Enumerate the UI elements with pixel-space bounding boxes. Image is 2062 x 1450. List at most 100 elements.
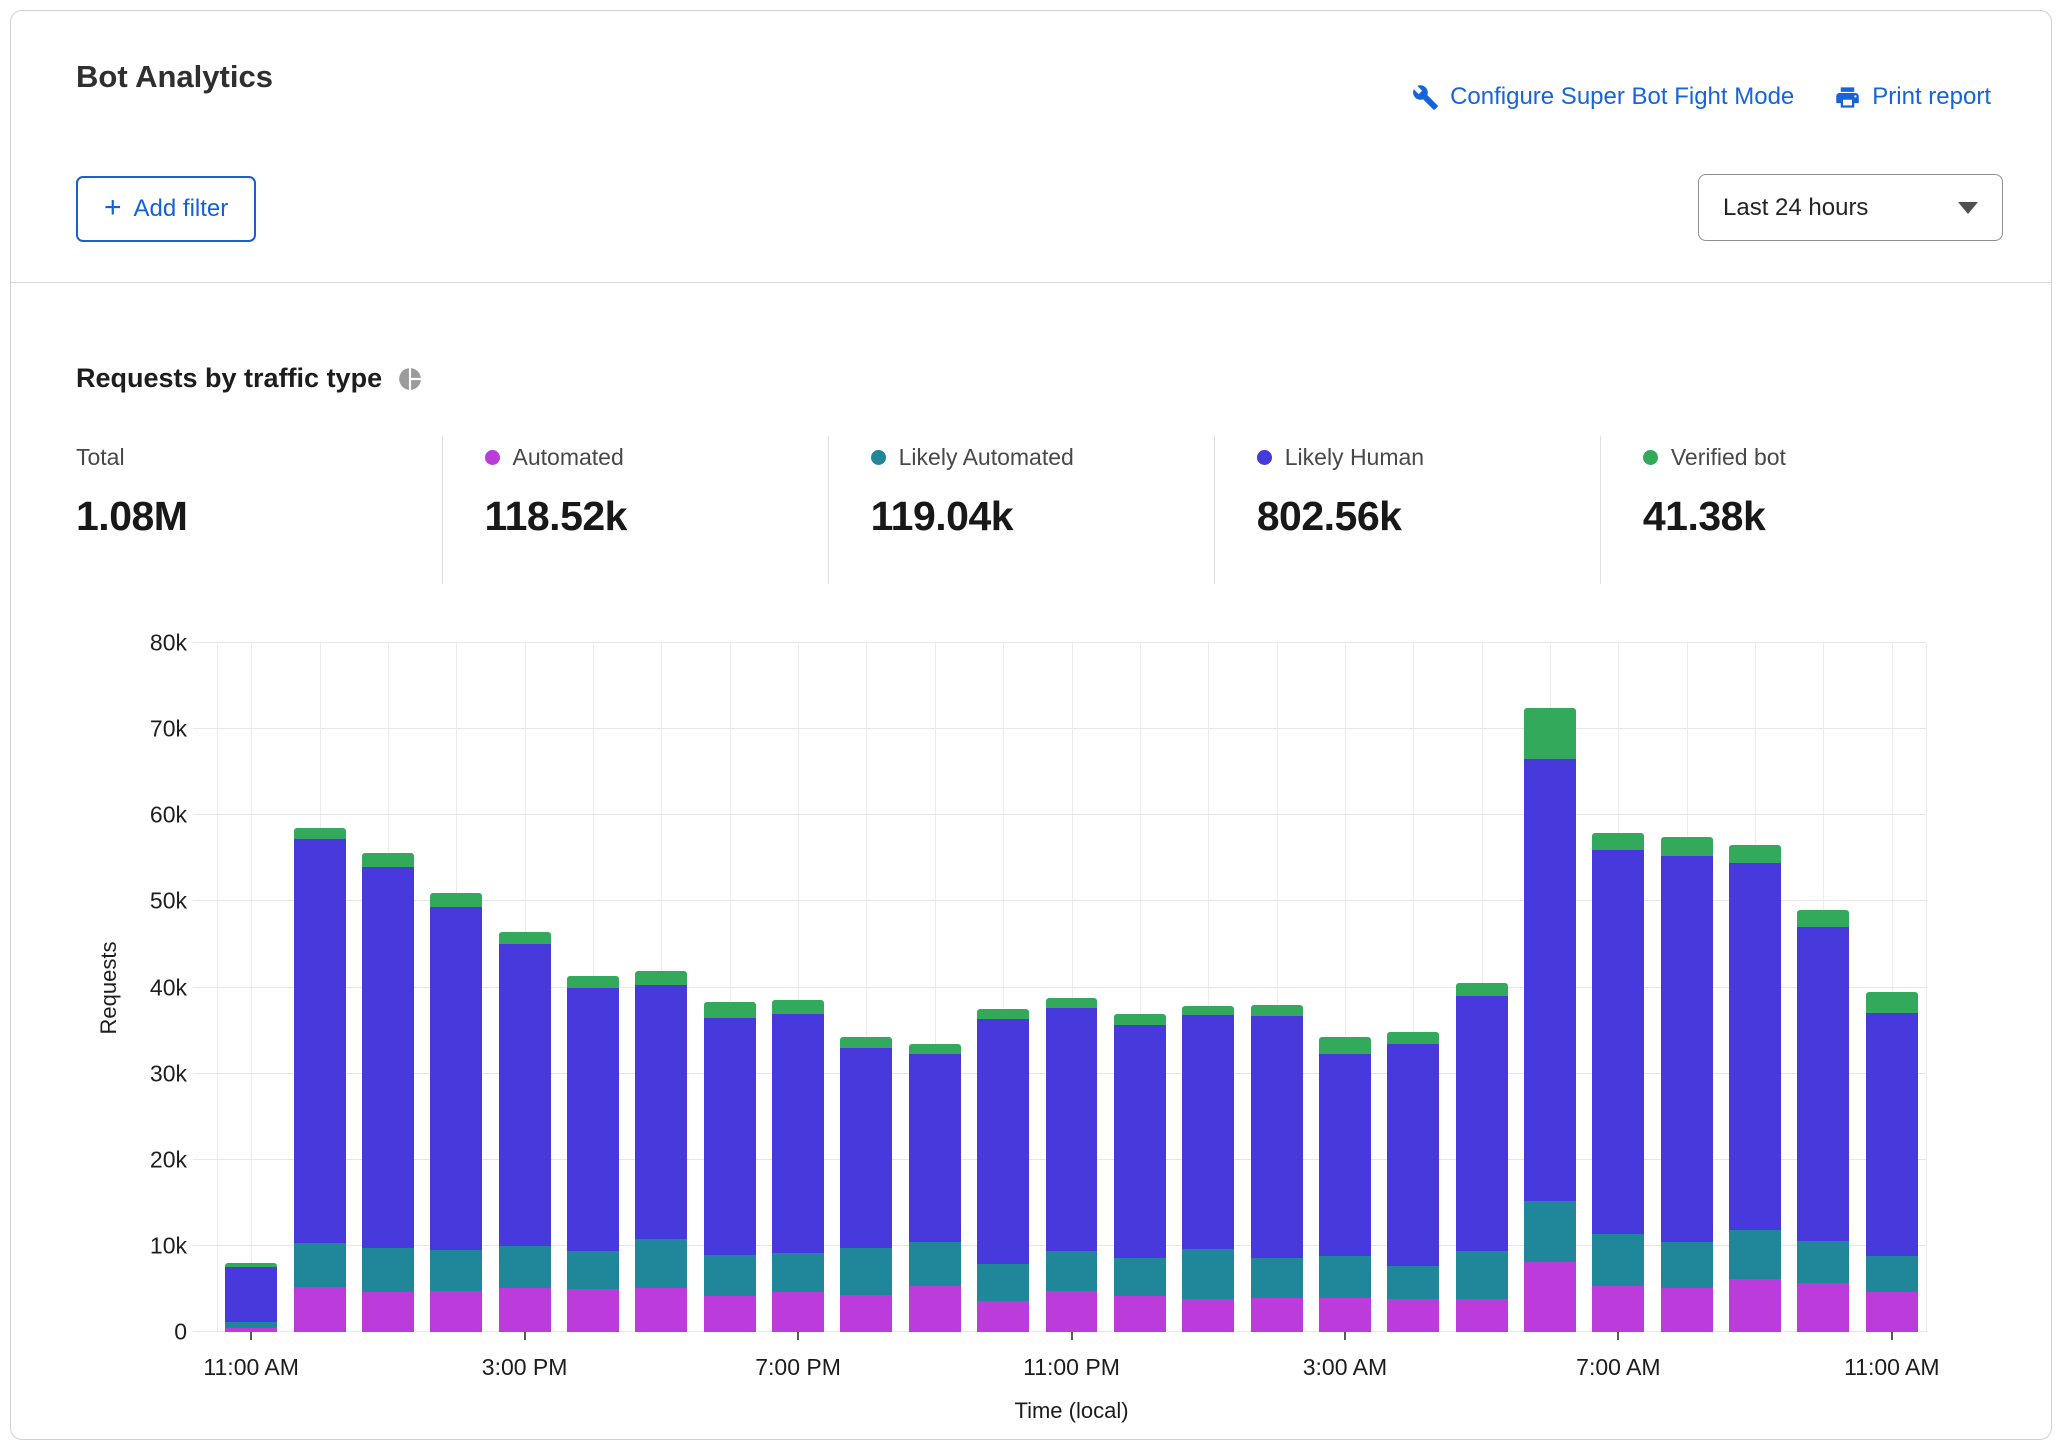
bar-segment-automated[interactable] xyxy=(498,1288,551,1332)
bar-segment-likely-human[interactable] xyxy=(772,1014,825,1253)
bar-segment-verified-bot[interactable] xyxy=(1045,997,1098,1009)
bar-segment-verified-bot[interactable] xyxy=(977,1009,1030,1020)
bar-segment-automated[interactable] xyxy=(1455,1299,1508,1332)
bar-segment-automated[interactable] xyxy=(635,1288,688,1332)
stacked-bar-4:00 PM[interactable] xyxy=(567,976,619,1332)
stacked-bar-5:00 PM[interactable] xyxy=(635,971,688,1332)
bar-segment-likely-human[interactable] xyxy=(1524,759,1576,1202)
stacked-bar-11:00 AM[interactable] xyxy=(1865,991,1918,1332)
add-filter-button[interactable]: + Add filter xyxy=(76,176,257,242)
stacked-bar-8:00 AM[interactable] xyxy=(1660,836,1713,1332)
bar-segment-likely-automated[interactable] xyxy=(703,1254,756,1296)
bar-segment-likely-human[interactable] xyxy=(1387,1044,1440,1266)
bar-segment-verified-bot[interactable] xyxy=(1865,991,1918,1014)
bar-segment-verified-bot[interactable] xyxy=(840,1037,893,1048)
bar-segment-automated[interactable] xyxy=(430,1290,483,1332)
stacked-bar-9:00 PM[interactable] xyxy=(908,1043,961,1332)
bar-segment-verified-bot[interactable] xyxy=(1660,836,1713,856)
stacked-bar-7:00 PM[interactable] xyxy=(772,999,825,1332)
bar-segment-verified-bot[interactable] xyxy=(361,853,414,867)
stacked-bar-1:00 PM[interactable] xyxy=(361,853,414,1332)
bar-segment-likely-human[interactable] xyxy=(1318,1053,1371,1257)
stacked-bar-11:00 AM[interactable] xyxy=(225,1263,278,1332)
bar-segment-verified-bot[interactable] xyxy=(567,976,619,989)
configure-super-bot-fight-mode-link[interactable]: Configure Super Bot Fight Mode xyxy=(1412,83,1794,111)
stacked-bar-3:00 AM[interactable] xyxy=(1318,1037,1371,1332)
bar-segment-verified-bot[interactable] xyxy=(498,932,551,945)
stacked-bar-10:00 AM[interactable] xyxy=(1797,910,1850,1332)
bar-segment-automated[interactable] xyxy=(1318,1298,1371,1332)
bar-segment-verified-bot[interactable] xyxy=(293,828,346,839)
bar-segment-likely-human[interactable] xyxy=(1455,996,1508,1252)
bar-segment-verified-bot[interactable] xyxy=(1182,1005,1235,1016)
bar-segment-likely-automated[interactable] xyxy=(1318,1256,1371,1299)
bar-segment-automated[interactable] xyxy=(361,1291,414,1332)
stacked-bar-9:00 AM[interactable] xyxy=(1729,845,1782,1332)
bar-segment-verified-bot[interactable] xyxy=(772,999,825,1015)
bar-segment-likely-human[interactable] xyxy=(635,984,688,1239)
stacked-bar-2:00 AM[interactable] xyxy=(1250,1004,1303,1332)
bar-segment-likely-human[interactable] xyxy=(908,1053,961,1243)
bar-segment-likely-automated[interactable] xyxy=(293,1243,346,1288)
stacked-bar-5:00 AM[interactable] xyxy=(1455,983,1508,1332)
bar-segment-verified-bot[interactable] xyxy=(703,1002,756,1018)
bar-segment-likely-automated[interactable] xyxy=(361,1248,414,1292)
bar-segment-automated[interactable] xyxy=(908,1285,961,1332)
bar-segment-verified-bot[interactable] xyxy=(1455,983,1508,997)
bar-segment-likely-automated[interactable] xyxy=(1182,1249,1235,1300)
bar-segment-automated[interactable] xyxy=(1113,1295,1166,1332)
bar-segment-likely-human[interactable] xyxy=(1729,862,1782,1230)
time-range-select[interactable]: Last 24 hours xyxy=(1698,174,2003,241)
bar-segment-likely-automated[interactable] xyxy=(1729,1229,1782,1279)
bar-segment-automated[interactable] xyxy=(977,1301,1030,1332)
bar-segment-likely-automated[interactable] xyxy=(772,1252,825,1293)
bar-segment-verified-bot[interactable] xyxy=(1387,1032,1440,1045)
bar-segment-likely-human[interactable] xyxy=(840,1047,893,1248)
bar-segment-likely-human[interactable] xyxy=(703,1017,756,1255)
bar-segment-likely-human[interactable] xyxy=(430,907,483,1251)
stacked-bar-7:00 AM[interactable] xyxy=(1592,832,1645,1332)
bar-segment-verified-bot[interactable] xyxy=(908,1043,961,1054)
bar-segment-verified-bot[interactable] xyxy=(1318,1037,1371,1054)
bar-segment-automated[interactable] xyxy=(1387,1299,1440,1332)
bar-segment-automated[interactable] xyxy=(1182,1299,1235,1332)
bar-segment-verified-bot[interactable] xyxy=(1524,707,1576,760)
bar-segment-verified-bot[interactable] xyxy=(635,971,688,985)
bar-segment-automated[interactable] xyxy=(840,1294,893,1332)
bar-segment-likely-human[interactable] xyxy=(1182,1015,1235,1250)
bar-segment-verified-bot[interactable] xyxy=(1797,910,1850,928)
bar-segment-likely-human[interactable] xyxy=(225,1266,278,1322)
bar-segment-likely-human[interactable] xyxy=(293,838,346,1244)
stacked-bar-4:00 AM[interactable] xyxy=(1387,1032,1440,1332)
bar-segment-likely-automated[interactable] xyxy=(908,1242,961,1286)
stacked-bar-8:00 PM[interactable] xyxy=(840,1037,893,1332)
stacked-bar-3:00 PM[interactable] xyxy=(498,932,551,1332)
print-report-link[interactable]: Print report xyxy=(1834,83,1991,111)
stacked-bar-10:00 PM[interactable] xyxy=(977,1009,1030,1332)
stacked-bar-6:00 PM[interactable] xyxy=(703,1002,756,1332)
bar-segment-automated[interactable] xyxy=(1592,1286,1645,1332)
bar-segment-verified-bot[interactable] xyxy=(1592,832,1645,850)
bar-segment-likely-human[interactable] xyxy=(1045,1008,1098,1252)
bar-segment-likely-human[interactable] xyxy=(977,1019,1030,1264)
bar-segment-likely-automated[interactable] xyxy=(1045,1251,1098,1291)
stacked-bar-2:00 PM[interactable] xyxy=(430,892,483,1332)
bar-segment-likely-automated[interactable] xyxy=(1113,1257,1166,1296)
bar-segment-likely-human[interactable] xyxy=(498,944,551,1246)
bar-segment-likely-human[interactable] xyxy=(1113,1024,1166,1258)
bar-segment-likely-human[interactable] xyxy=(1592,849,1645,1234)
bar-segment-likely-automated[interactable] xyxy=(1592,1233,1645,1287)
bar-segment-likely-automated[interactable] xyxy=(1660,1242,1713,1289)
bar-segment-likely-automated[interactable] xyxy=(430,1250,483,1291)
bar-segment-likely-automated[interactable] xyxy=(1387,1265,1440,1300)
bar-segment-verified-bot[interactable] xyxy=(1250,1004,1303,1016)
bar-segment-likely-automated[interactable] xyxy=(567,1251,619,1289)
bar-segment-likely-human[interactable] xyxy=(1250,1015,1303,1258)
bar-segment-likely-human[interactable] xyxy=(1865,1013,1918,1257)
stacked-bar-12:00 PM[interactable] xyxy=(293,828,346,1332)
stacked-bar-12:00 AM[interactable] xyxy=(1113,1014,1166,1332)
bar-segment-likely-human[interactable] xyxy=(1797,927,1850,1241)
bar-segment-automated[interactable] xyxy=(703,1295,756,1332)
bar-segment-automated[interactable] xyxy=(1524,1262,1576,1332)
bar-segment-automated[interactable] xyxy=(1250,1297,1303,1332)
